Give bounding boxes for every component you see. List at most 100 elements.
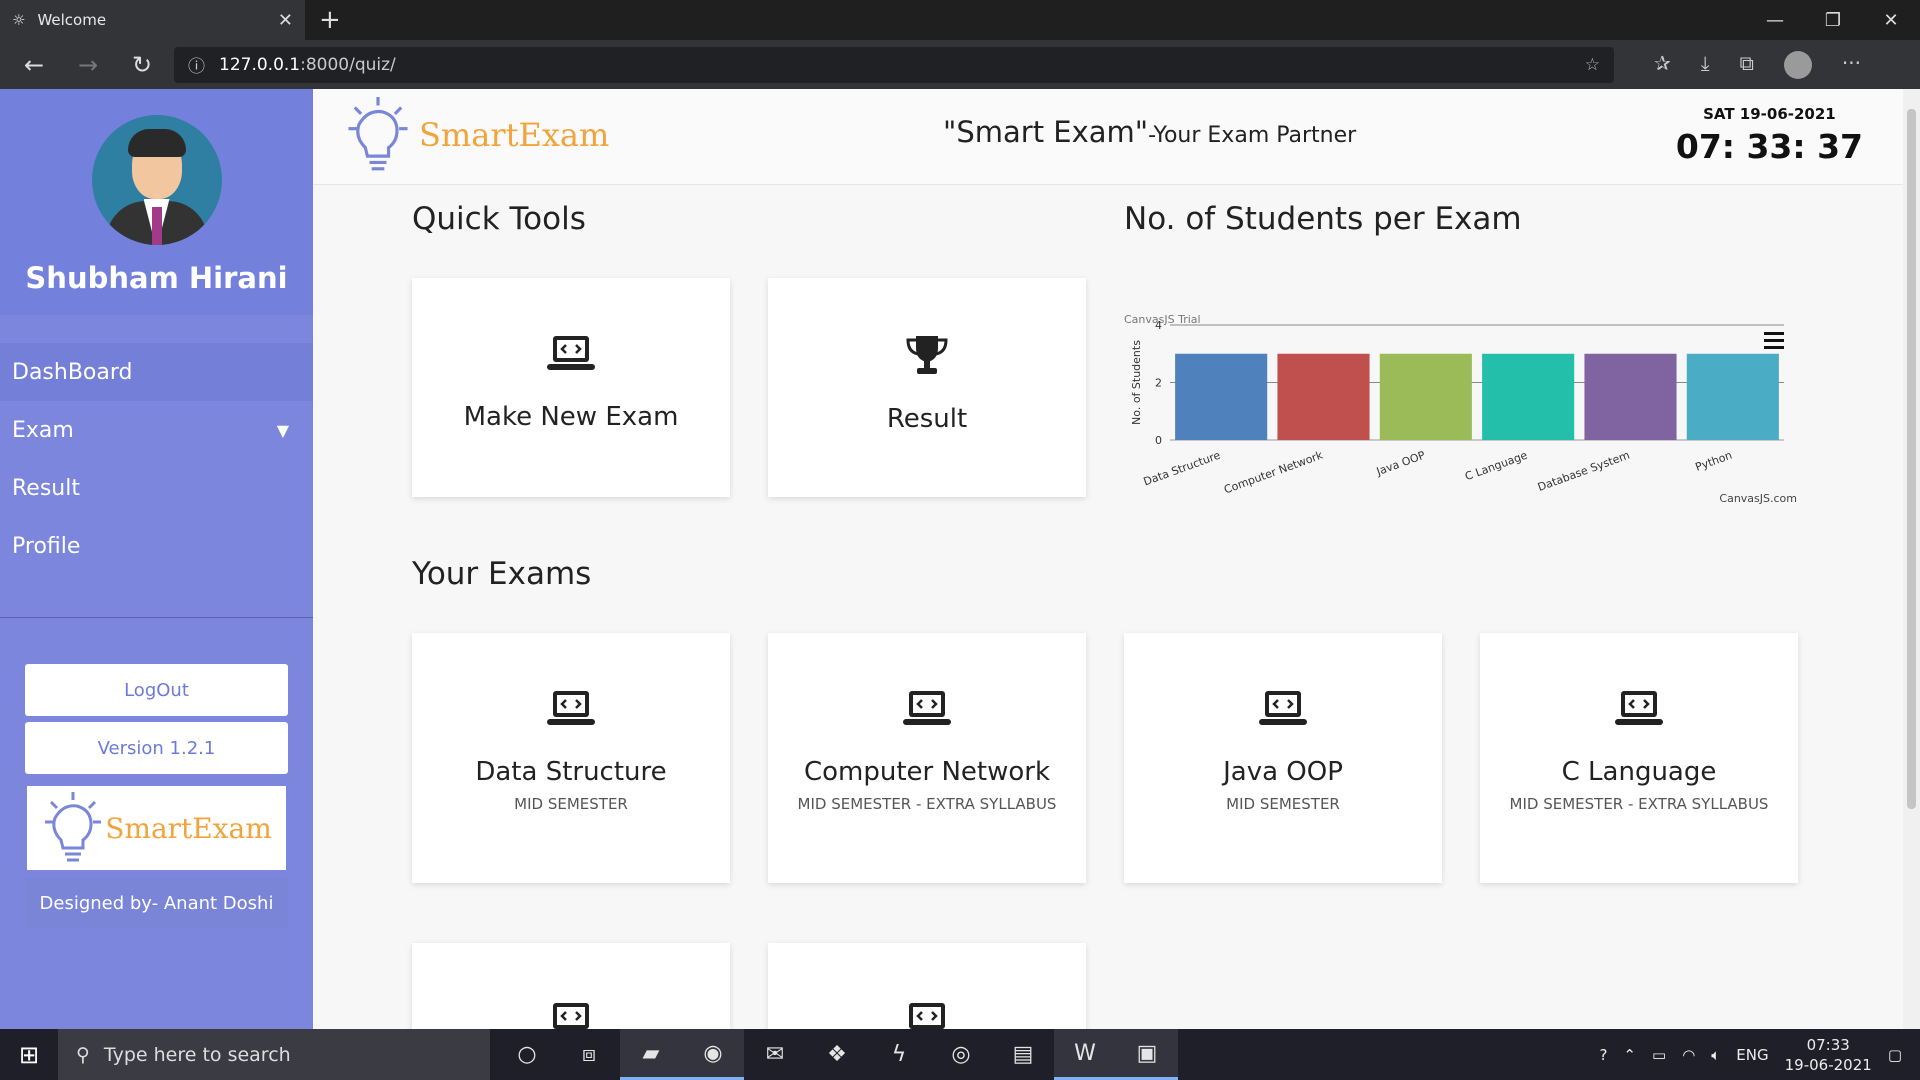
designed-by: Designed by- Anant Doshi bbox=[25, 878, 288, 928]
tab-bar: ☼ Welcome ✕ + — ❐ ✕ bbox=[0, 0, 1920, 40]
info-icon[interactable]: ⓘ bbox=[188, 52, 205, 77]
task-view-icon[interactable]: ⧈ bbox=[558, 1029, 620, 1080]
card-label: Make New Exam bbox=[463, 402, 679, 432]
x-tick-label: Computer Network bbox=[1222, 448, 1325, 496]
notifications-icon[interactable]: ▢ bbox=[1888, 1046, 1902, 1064]
avatar bbox=[91, 115, 222, 245]
user-name: Shubham Hirani bbox=[25, 261, 288, 295]
exam-card[interactable]: Computer Network MID SEMESTER - EXTRA SYL… bbox=[768, 633, 1086, 883]
file-explorer-icon[interactable]: ▰ bbox=[620, 1029, 682, 1080]
search-placeholder: Type here to search bbox=[103, 1043, 291, 1066]
sidebar-item-exam[interactable]: Exam ▼ bbox=[0, 401, 313, 459]
exam-name: Computer Network bbox=[803, 757, 1051, 787]
trophy-icon bbox=[906, 336, 948, 374]
scrollbar-thumb[interactable] bbox=[1907, 109, 1916, 809]
close-window-icon[interactable]: ✕ bbox=[1862, 0, 1920, 40]
exam-name: Data Structure bbox=[475, 757, 667, 787]
logout-button[interactable]: LogOut bbox=[25, 664, 288, 716]
volume-icon[interactable]: 🔈︎ bbox=[1711, 1046, 1720, 1064]
refresh-icon[interactable]: ↻ bbox=[120, 51, 164, 79]
make-new-exam-card[interactable]: Make New Exam bbox=[412, 278, 730, 497]
taskbar-apps: ○ ⧈ ▰ ◉ ✉ ❖ ϟ ◎ ▤ W ▣ bbox=[496, 1029, 1178, 1080]
profile-icon[interactable] bbox=[1783, 50, 1812, 79]
sidebar-item-result[interactable]: Result bbox=[0, 459, 313, 517]
address-bar: ← → ↻ ⓘ 127.0.0.1:8000/quiz/ ☆ ✰ ⤓ ⧉ ··· bbox=[0, 40, 1920, 89]
sidebar-item-profile[interactable]: Profile bbox=[0, 517, 313, 575]
favorite-add-icon[interactable]: ☆ bbox=[1585, 55, 1600, 75]
forward-icon[interactable]: → bbox=[66, 51, 110, 79]
chart-bar bbox=[1277, 353, 1370, 440]
version-button[interactable]: Version 1.2.1 bbox=[25, 722, 288, 774]
url-text: 127.0.0.1:8000/quiz/ bbox=[219, 54, 396, 75]
help-icon[interactable]: ? bbox=[1599, 1046, 1607, 1064]
back-icon[interactable]: ← bbox=[12, 51, 56, 79]
browser-tab[interactable]: ☼ Welcome ✕ bbox=[0, 0, 305, 40]
taskbar-clock[interactable]: 07:33 19-06-2021 bbox=[1785, 1035, 1872, 1075]
bulb-logo-icon bbox=[45, 792, 102, 862]
chart-bar bbox=[1482, 353, 1575, 440]
brand-text: SmartExam bbox=[419, 116, 610, 154]
favorites-icon[interactable]: ✰ bbox=[1654, 51, 1671, 79]
chart-credit: CanvasJS.com bbox=[1719, 492, 1797, 505]
laptop-code-icon bbox=[903, 691, 951, 725]
x-tick-label: Java OOP bbox=[1374, 448, 1427, 478]
language-indicator[interactable]: ENG bbox=[1736, 1046, 1768, 1064]
download-icon[interactable]: ⤓ bbox=[1701, 51, 1710, 79]
y-tick-label: 2 bbox=[1155, 377, 1162, 390]
dropbox-icon[interactable]: ❖ bbox=[806, 1029, 868, 1080]
exam-type: MID SEMESTER bbox=[514, 795, 628, 813]
chevron-up-icon[interactable]: ⌃ bbox=[1623, 1046, 1636, 1064]
quick-tools-title: Quick Tools bbox=[412, 201, 586, 237]
windows-start-icon[interactable]: ⊞ bbox=[0, 1041, 58, 1069]
card-label: Result bbox=[886, 404, 968, 434]
exam-type: MID SEMESTER - EXTRA SYLLABUS bbox=[1509, 795, 1769, 813]
close-tab-icon[interactable]: ✕ bbox=[278, 10, 293, 31]
result-card[interactable]: Result bbox=[768, 278, 1086, 497]
laptop-code-icon bbox=[547, 691, 595, 725]
y-tick-label: 4 bbox=[1155, 319, 1162, 332]
page-header: SmartExam "Smart Exam"-Your Exam Partner… bbox=[313, 89, 1903, 185]
exam-card[interactable]: Java OOP MID SEMESTER bbox=[1124, 633, 1442, 883]
url-field[interactable]: ⓘ 127.0.0.1:8000/quiz/ ☆ bbox=[174, 46, 1614, 83]
exam-card[interactable]: Data Structure MID SEMESTER bbox=[412, 633, 730, 883]
edge-icon[interactable]: ◉ bbox=[682, 1029, 744, 1080]
chart-watermark: CanvasJS Trial bbox=[1124, 313, 1201, 326]
app-window-icon[interactable]: ▤ bbox=[992, 1029, 1054, 1080]
chart-menu-icon[interactable] bbox=[1764, 332, 1784, 349]
battery-icon[interactable]: ▭ bbox=[1652, 1046, 1666, 1064]
brand-logo[interactable]: SmartExam bbox=[343, 97, 609, 173]
mail-icon[interactable]: ✉ bbox=[744, 1029, 806, 1080]
sidebar-divider bbox=[0, 617, 313, 618]
sidebar-item-dashboard[interactable]: DashBoard bbox=[0, 343, 313, 401]
cortana-icon[interactable]: ○ bbox=[496, 1029, 558, 1080]
page-scrollbar[interactable] bbox=[1903, 89, 1920, 1029]
sidebar-logo: SmartExam bbox=[27, 786, 286, 870]
more-icon[interactable]: ··· bbox=[1842, 51, 1861, 79]
x-tick-label: Database System bbox=[1536, 449, 1632, 494]
chrome-icon[interactable]: ◎ bbox=[930, 1029, 992, 1080]
search-icon: ⚲ bbox=[76, 1043, 90, 1066]
chart-bar bbox=[1686, 353, 1779, 440]
students-chart: CanvasJS Trial 0 2 4 No. of Students Data Str… bbox=[1124, 280, 1824, 510]
pycharm-icon[interactable]: ▣ bbox=[1116, 1029, 1178, 1080]
minimize-icon[interactable]: — bbox=[1746, 0, 1804, 40]
windows-taskbar: ⊞ ⚲ Type here to search ○ ⧈ ▰ ◉ ✉ ❖ ϟ ◎ … bbox=[0, 1029, 1920, 1080]
sidebar: Shubham Hirani DashBoard Exam ▼ Result Pr… bbox=[0, 89, 313, 1029]
restore-icon[interactable]: ❐ bbox=[1804, 0, 1862, 40]
laptop-code-icon bbox=[1259, 691, 1307, 725]
clock-date: SAT 19-06-2021 bbox=[1703, 105, 1836, 123]
exam-card[interactable]: C Language MID SEMESTER - EXTRA SYLLABUS bbox=[1480, 633, 1798, 883]
sidebar-menu: DashBoard Exam ▼ Result Profile bbox=[0, 343, 313, 575]
taskbar-search[interactable]: ⚲ Type here to search bbox=[58, 1029, 490, 1080]
word-icon[interactable]: W bbox=[1054, 1029, 1116, 1080]
clock: SAT 19-06-2021 07: 33: 37 bbox=[1676, 105, 1863, 166]
new-tab-button[interactable]: + bbox=[319, 0, 341, 40]
wifi-icon[interactable]: ◠ bbox=[1682, 1046, 1695, 1064]
y-axis-label: No. of Students bbox=[1130, 340, 1143, 425]
laptop-code-icon bbox=[1615, 691, 1663, 725]
tagline: "Smart Exam"-Your Exam Partner bbox=[943, 115, 1357, 149]
x-tick-label: Data Structure bbox=[1142, 449, 1223, 489]
browser-chrome: ☼ Welcome ✕ + — ❐ ✕ ← → ↻ ⓘ 127.0.0.1:80… bbox=[0, 0, 1920, 89]
collections-icon[interactable]: ⧉ bbox=[1740, 51, 1754, 79]
app-bolt-icon[interactable]: ϟ bbox=[868, 1029, 930, 1080]
